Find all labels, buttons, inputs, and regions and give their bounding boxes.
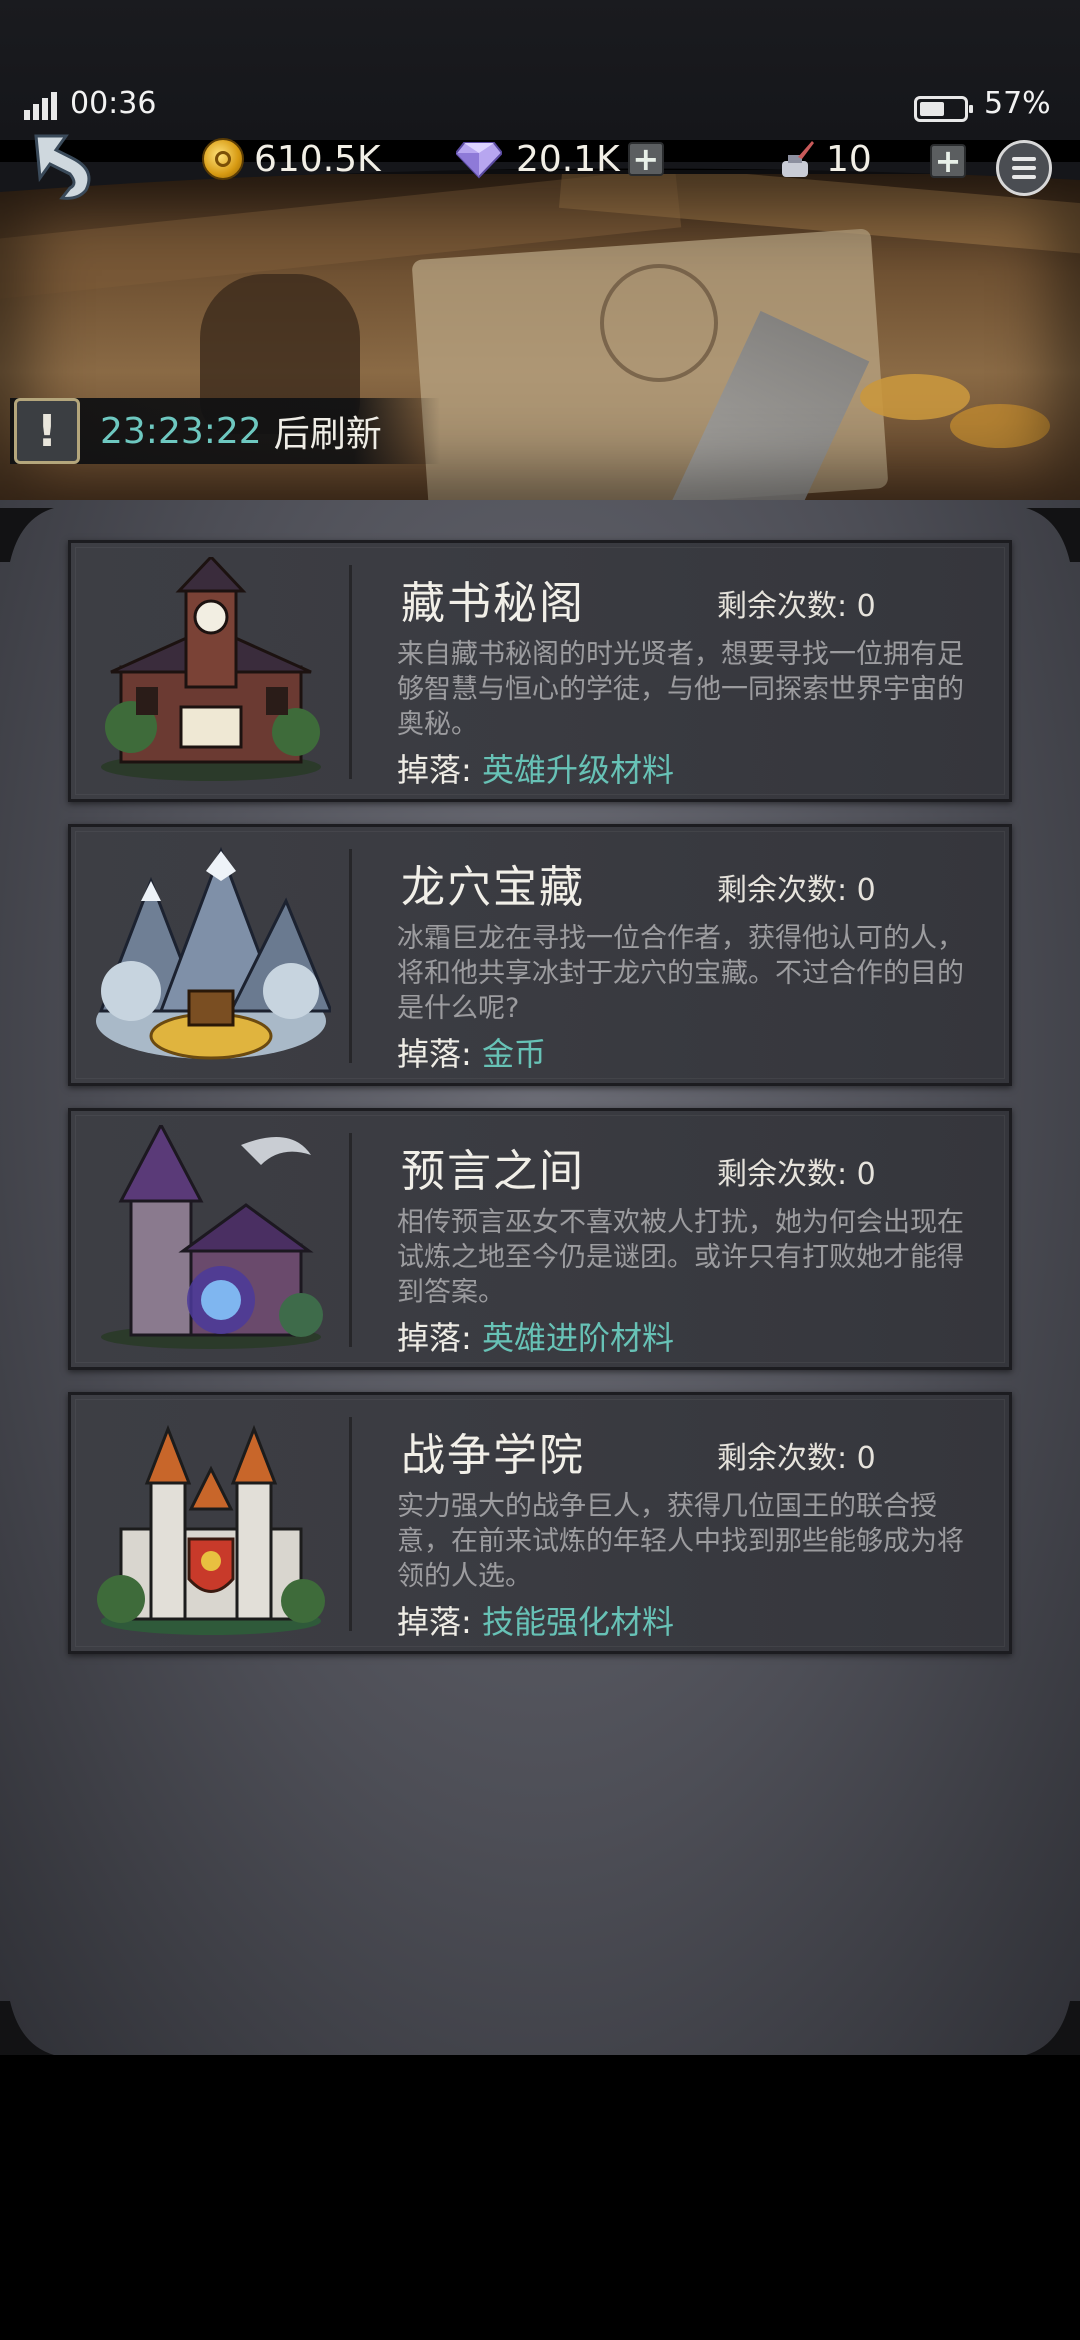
ink-amount: 10: [826, 138, 872, 180]
remaining-count: 0: [856, 1441, 876, 1476]
inkwell-quill-icon: [782, 141, 814, 177]
card-drop: 掉落: 英雄进阶材料: [397, 1313, 674, 1359]
add-ink-button[interactable]: +: [930, 144, 966, 178]
remaining-label: 剩余次数:: [717, 873, 848, 908]
alert-icon: !: [14, 398, 80, 464]
card-drop: 掉落: 英雄升级材料: [397, 745, 674, 791]
drop-label: 掉落:: [397, 1035, 472, 1073]
card-title: 藏书秘阁: [401, 578, 585, 629]
remaining-attempts: 剩余次数: 0: [717, 865, 876, 909]
drop-value: 英雄进阶材料: [481, 1319, 674, 1357]
drop-value: 技能强化材料: [481, 1603, 674, 1641]
remaining-label: 剩余次数:: [717, 589, 848, 624]
back-button[interactable]: [26, 128, 106, 204]
trial-list-panel: 藏书秘阁 剩余次数: 0 来自藏书秘阁的时光贤者，想要寻找一位拥有足够智慧与恒心…: [0, 500, 1080, 2055]
remaining-count: 0: [856, 873, 876, 908]
card-title: 预言之间: [401, 1146, 585, 1197]
gem-amount: 20.1K: [516, 138, 620, 180]
battery-icon: [914, 96, 973, 122]
corner-ornament-icon: [0, 2001, 54, 2055]
gold-coin-icon: [202, 138, 244, 180]
gem-icon: [456, 142, 502, 179]
gem-counter: 20.1K +: [456, 134, 664, 184]
card-description: 相传预言巫女不喜欢被人打扰，她为何会出现在试炼之地至今仍是谜团。或许只有打败她才…: [397, 1207, 964, 1308]
remaining-count: 0: [856, 589, 876, 624]
trial-card-dragon-lair[interactable]: 龙穴宝藏 剩余次数: 0 冰霜巨龙在寻找一位合作者，获得他认可的人，将和他共享冰…: [68, 824, 1012, 1086]
gold-amount: 610.5K: [254, 138, 381, 180]
remaining-attempts: 剩余次数: 0: [717, 1433, 876, 1477]
ink-counter: 10: [778, 134, 872, 184]
signal-icon: [24, 92, 60, 120]
back-arrow-icon: [34, 134, 91, 200]
battery-percent: 57%: [984, 86, 1051, 121]
card-description: 冰霜巨龙在寻找一位合作者，获得他认可的人，将和他共享冰封于龙穴的宝藏。不过合作的…: [397, 923, 964, 1024]
drop-label: 掉落:: [397, 751, 472, 789]
card-drop: 掉落: 技能强化材料: [397, 1597, 674, 1643]
witch-house-icon: [101, 1125, 323, 1349]
remaining-attempts: 剩余次数: 0: [717, 1149, 876, 1193]
trial-card-prophecy[interactable]: 预言之间 剩余次数: 0 相传预言巫女不喜欢被人打扰，她为何会出现在试炼之地至今…: [68, 1108, 1012, 1370]
library-tower-icon: [101, 557, 321, 781]
menu-button[interactable]: [996, 140, 1052, 196]
corner-ornament-icon: [0, 508, 54, 562]
status-bar: 00:36 57%: [0, 0, 1080, 140]
remaining-label: 剩余次数:: [717, 1441, 848, 1476]
drop-value: 英雄升级材料: [481, 751, 674, 789]
card-drop: 掉落: 金币: [397, 1029, 546, 1075]
trial-card-library[interactable]: 藏书秘阁 剩余次数: 0 来自藏书秘阁的时光贤者，想要寻找一位拥有足够智慧与恒心…: [68, 540, 1012, 802]
frozen-mountain-treasure-icon: [96, 846, 331, 1060]
remaining-label: 剩余次数:: [717, 1157, 848, 1192]
add-gems-button[interactable]: +: [627, 142, 664, 176]
card-title: 龙穴宝藏: [401, 862, 585, 913]
drop-label: 掉落:: [397, 1319, 472, 1357]
remaining-count: 0: [856, 1157, 876, 1192]
drop-value: 金币: [481, 1035, 546, 1073]
gold-counter: 610.5K: [202, 134, 381, 184]
card-title: 战争学院: [401, 1430, 585, 1481]
war-castle-icon: [97, 1424, 325, 1635]
status-time: 00:36: [70, 86, 157, 121]
corner-ornament-icon: [1026, 2001, 1080, 2055]
refresh-label: 后刷新: [273, 414, 382, 455]
corner-ornament-icon: [1026, 508, 1080, 562]
refresh-countdown: 23:23:22: [100, 410, 262, 452]
remaining-attempts: 剩余次数: 0: [717, 581, 876, 625]
drop-label: 掉落:: [397, 1603, 472, 1641]
card-description: 来自藏书秘阁的时光贤者，想要寻找一位拥有足够智慧与恒心的学徒，与他一同探索世界宇…: [397, 639, 964, 740]
refresh-timer: ! 23:23:22 后刷新: [10, 398, 440, 464]
trial-card-war-academy[interactable]: 战争学院 剩余次数: 0 实力强大的战争巨人，获得几位国王的联合授意，在前来试炼…: [68, 1392, 1012, 1654]
card-description: 实力强大的战争巨人，获得几位国王的联合授意，在前来试炼的年轻人中找到那些能够成为…: [397, 1491, 964, 1592]
